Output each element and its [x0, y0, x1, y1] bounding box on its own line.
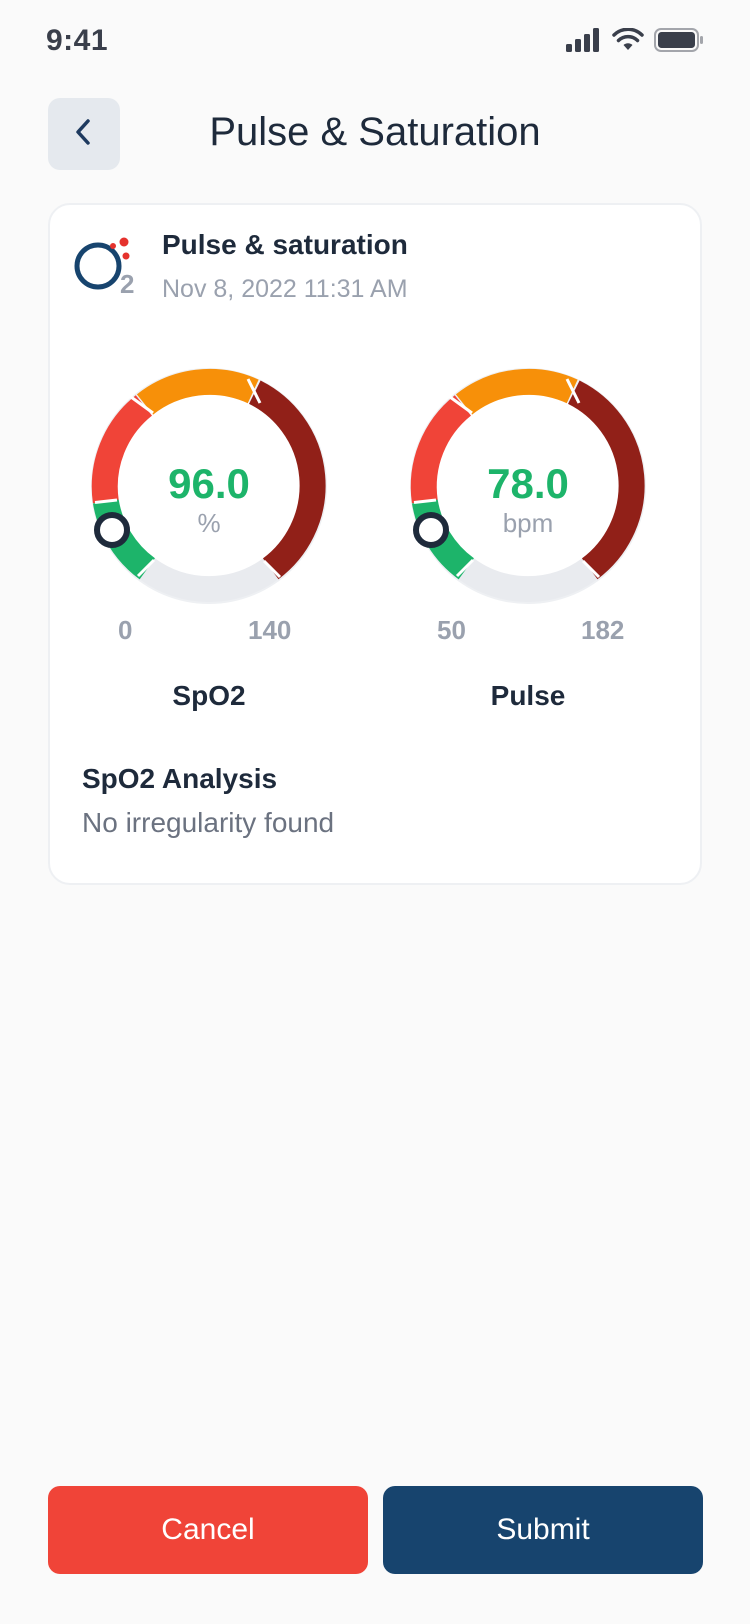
status-bar: 9:41: [0, 0, 750, 88]
analysis-title: SpO2 Analysis: [82, 763, 278, 794]
spo2-value: 96.0: [168, 460, 250, 507]
pulse-max: 182: [581, 615, 625, 645]
o2-icon: 2: [72, 231, 142, 301]
measurement-card: 2 Pulse & saturation Nov 8, 2022 11:31 A…: [48, 203, 702, 885]
cellular-signal-icon: [566, 28, 602, 57]
spo2-gauge: 96.0 % 0 140: [88, 365, 358, 665]
spo2-unit: %: [197, 508, 221, 538]
card-title: Pulse & saturation: [162, 229, 408, 260]
spo2-min: 0: [118, 615, 133, 645]
analysis-text: No irregularity found: [82, 807, 335, 838]
pulse-label: Pulse: [490, 680, 566, 711]
status-icons: [566, 27, 704, 57]
pulse-unit: bpm: [502, 508, 554, 538]
o2-subscript: 2: [120, 269, 135, 299]
battery-icon: [654, 28, 704, 57]
cancel-button[interactable]: Cancel: [48, 1486, 368, 1574]
pulse-gauge: 78.0 bpm 50 182: [407, 365, 677, 665]
spo2-label: SpO2: [172, 680, 246, 711]
submit-button[interactable]: Submit: [383, 1486, 703, 1574]
wifi-icon: [612, 27, 644, 57]
pulse-value: 78.0: [487, 460, 569, 507]
spo2-max: 140: [248, 615, 292, 645]
page-title: Pulse & Saturation: [209, 110, 541, 154]
pulse-min: 50: [437, 615, 466, 645]
status-time: 9:41: [46, 24, 109, 57]
card-date: Nov 8, 2022 11:31 AM: [162, 275, 408, 303]
header: Pulse & Saturation: [0, 98, 750, 170]
